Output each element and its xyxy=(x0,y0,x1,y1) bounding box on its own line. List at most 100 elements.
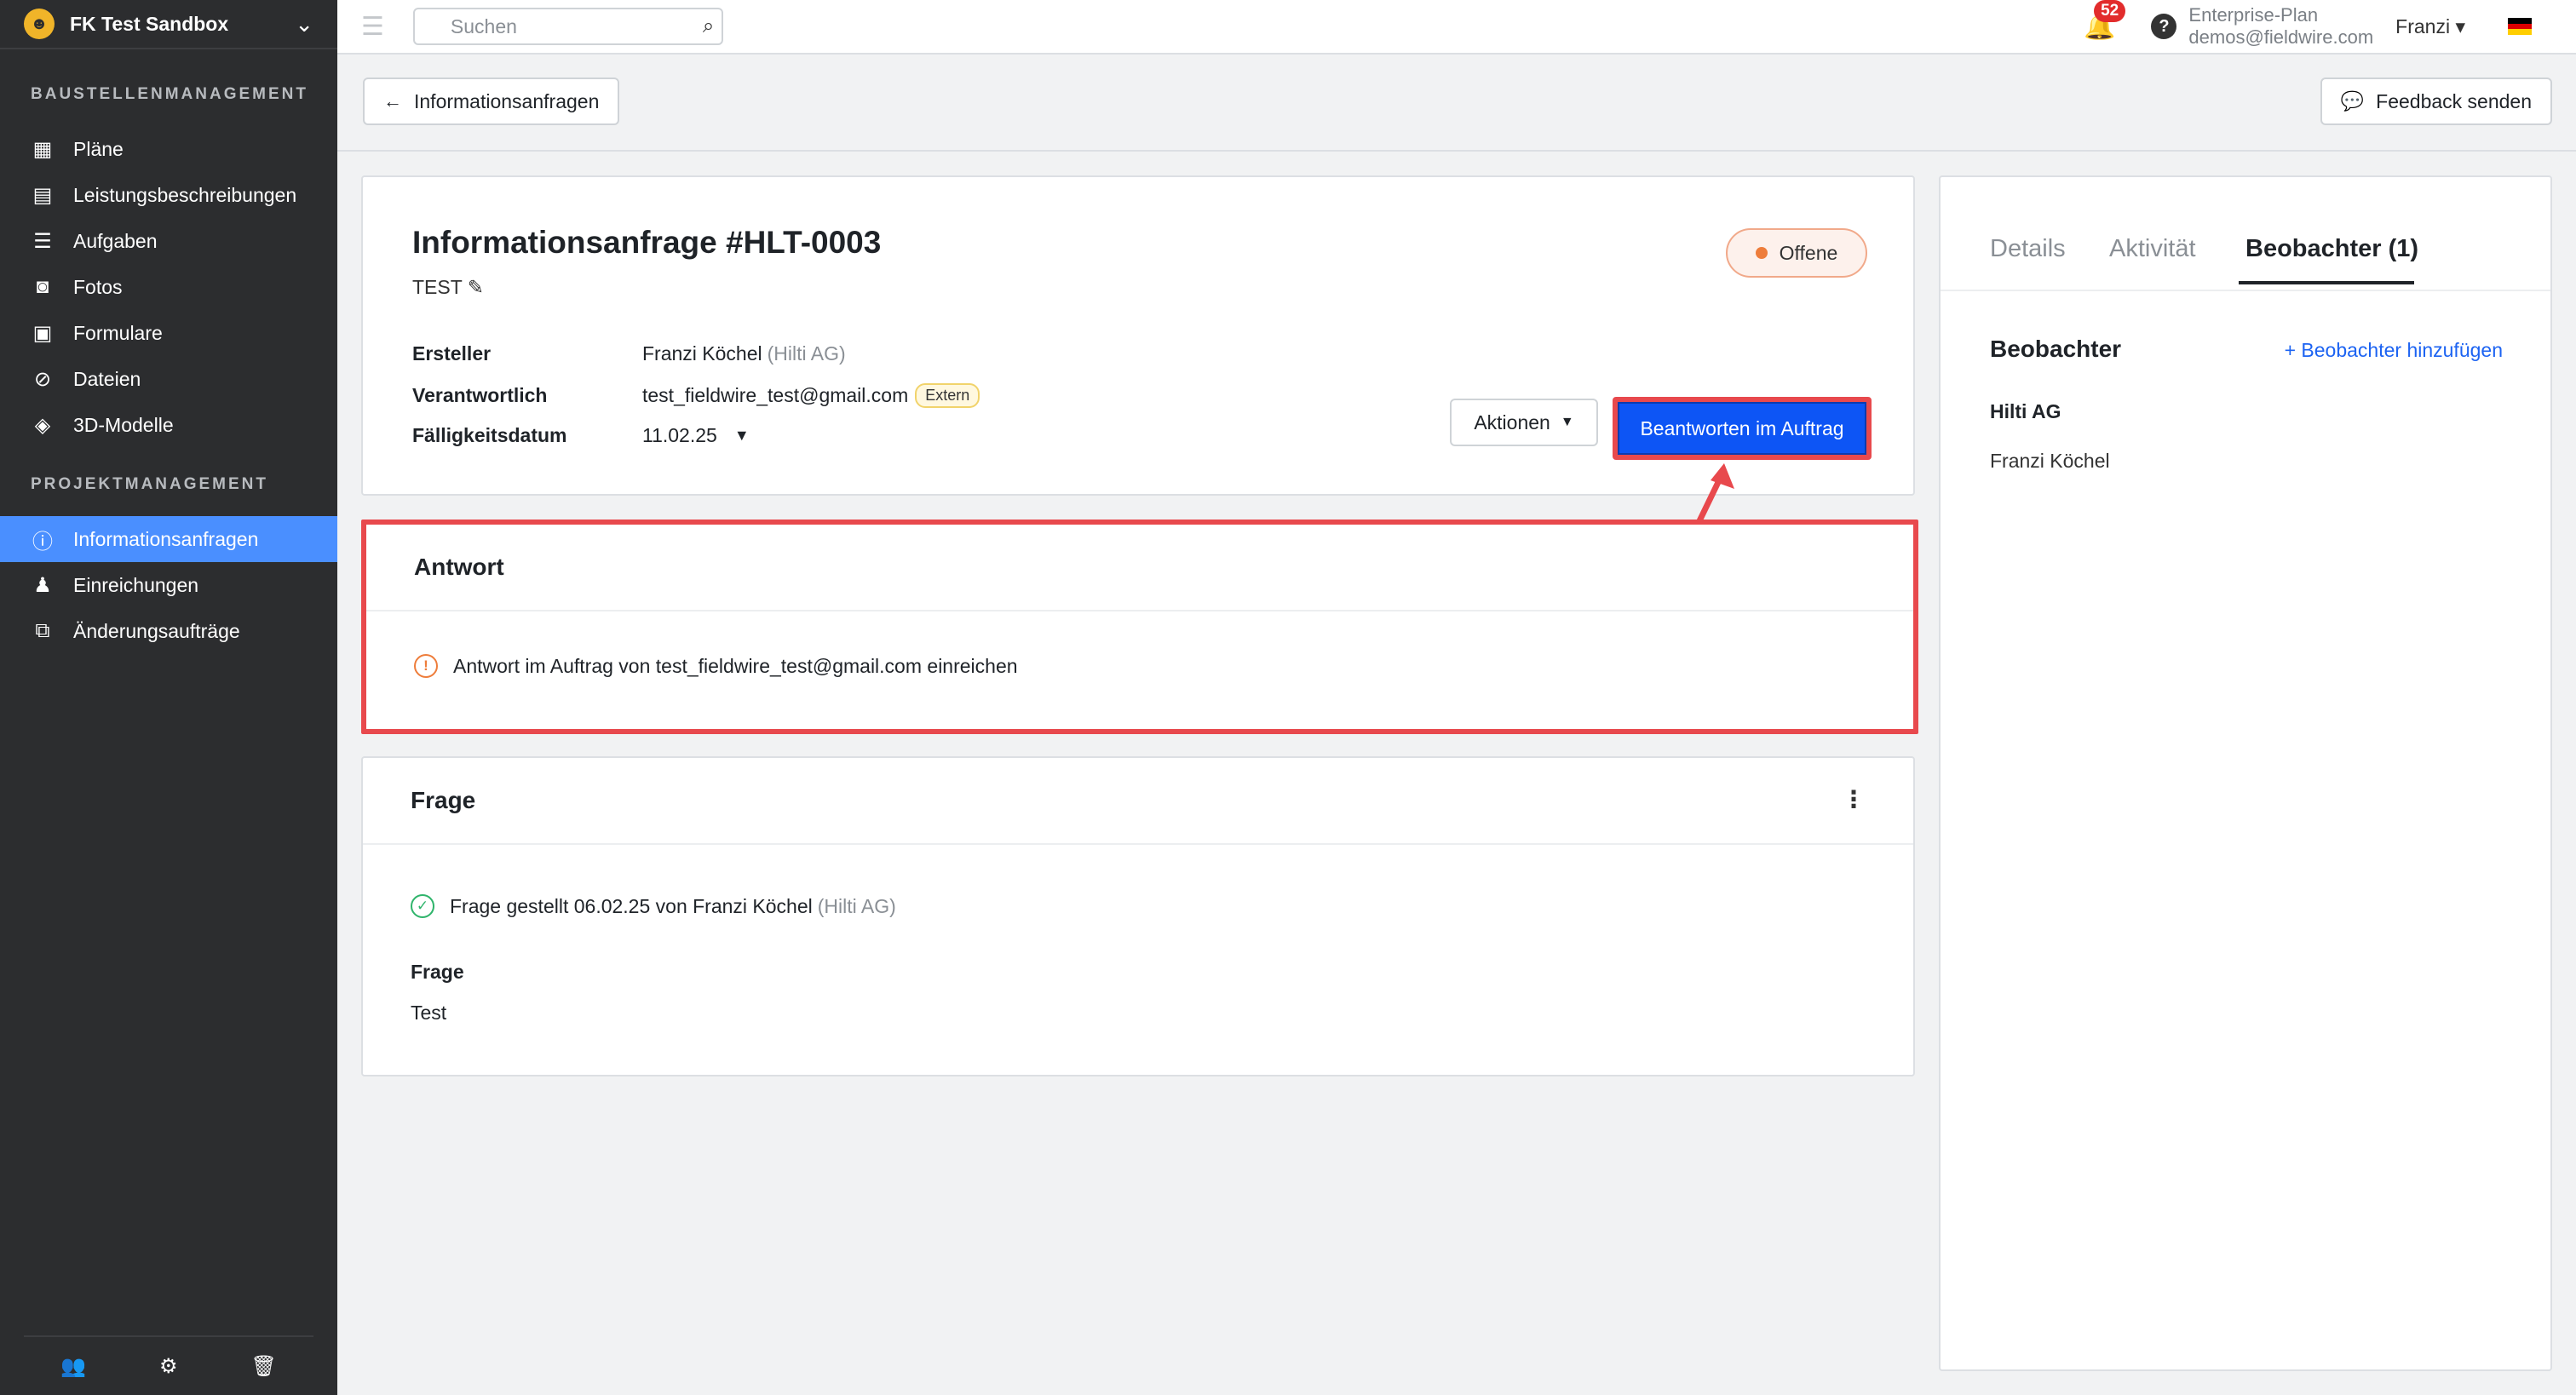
sidebar-item-label: Fotos xyxy=(73,275,123,298)
tab-details[interactable]: Details xyxy=(1990,235,2066,263)
plans-icon: ▦ xyxy=(32,137,53,161)
divider xyxy=(366,610,1913,611)
rfi-subtitle[interactable]: TEST ✎ xyxy=(412,276,484,299)
responsible-label: Verantwortlich xyxy=(412,384,548,406)
rfi-icon: ⓘ xyxy=(32,530,53,554)
observers-heading: Beobachter xyxy=(1990,336,2122,362)
help-icon[interactable]: ? xyxy=(2151,14,2177,39)
question-field-value: Test xyxy=(411,1002,447,1024)
sidebar-item-photos[interactable]: ◙ Fotos xyxy=(0,264,337,310)
meta-row-responsible: Verantwortlich test_fieldwire_test@gmail… xyxy=(412,383,980,408)
status-label: Offene xyxy=(1779,241,1838,264)
back-button-label: Informationsanfragen xyxy=(414,89,600,112)
speech-bubble-icon: 💬 xyxy=(2340,90,2365,112)
sidebar-item-forms[interactable]: ▣ Formulare xyxy=(0,310,337,356)
answer-card: Antwort ! Antwort im Auftrag von test_fi… xyxy=(361,520,1918,734)
arrow-left-icon: ← xyxy=(383,90,402,112)
submittal-icon: ♟ xyxy=(33,573,52,597)
answer-on-behalf-notice[interactable]: ! Antwort im Auftrag von test_fieldwire_… xyxy=(414,654,1018,678)
top-right-controls: 🔔 52 ? Enterprise-Plan demos@fieldwire.c… xyxy=(2084,0,2576,53)
more-options-icon[interactable]: ⋮ xyxy=(1842,785,1866,813)
creator-name: Franzi Köchel xyxy=(642,342,762,365)
account-plan[interactable]: Enterprise-Plan demos@fieldwire.com xyxy=(2188,4,2373,49)
project-logo-icon: ☻ xyxy=(24,9,55,39)
sidebar-item-specs[interactable]: ▤ Leistungsbeschreibungen xyxy=(0,172,337,218)
question-asked-text: Frage gestellt 06.02.25 von Franzi Köche… xyxy=(450,894,813,917)
forms-icon: ▣ xyxy=(32,321,53,345)
sidebar: ☻ FK Test Sandbox ⌄ BAUSTELLENMANAGEMENT… xyxy=(0,0,337,1395)
caret-down-icon: ▼ xyxy=(733,427,750,444)
sidebar-item-label: Formulare xyxy=(73,321,163,344)
sidebar-item-plans[interactable]: ▦ Pläne xyxy=(0,126,337,172)
camera-icon: ◙ xyxy=(36,275,49,298)
sidebar-item-label: Änderungsaufträge xyxy=(73,619,240,642)
sidebar-item-3d-models[interactable]: ◈ 3D-Modelle xyxy=(0,402,337,448)
answer-heading: Antwort xyxy=(414,554,504,580)
nav-section-title: BAUSTELLENMANAGEMENT xyxy=(31,85,308,103)
project-switcher[interactable]: ☻ FK Test Sandbox ⌄ xyxy=(0,0,337,49)
rfi-header-card: Informationsanfrage #HLT-0003 TEST ✎ Off… xyxy=(361,175,1915,496)
sidebar-item-change-orders[interactable]: ⧉ Änderungsaufträge xyxy=(0,608,337,654)
highlight-frame: Beantworten im Auftrag xyxy=(1613,397,1872,460)
chevron-down-icon[interactable]: ⌄ xyxy=(295,11,313,37)
answer-on-behalf-button[interactable]: Beantworten im Auftrag xyxy=(1618,402,1866,455)
creator-value: Franzi Köchel (Hilti AG) xyxy=(642,342,846,365)
search-input[interactable] xyxy=(450,14,703,38)
search-icon[interactable]: ⌕ xyxy=(703,14,714,38)
gear-icon[interactable]: ⚙ xyxy=(159,1354,178,1379)
observer-person: Franzi Köchel xyxy=(1990,450,2110,472)
sidebar-item-label: Einreichungen xyxy=(73,573,199,596)
back-to-rfis-button[interactable]: ← Informationsanfragen xyxy=(363,78,620,125)
sidebar-item-label: Leistungsbeschreibungen xyxy=(73,183,297,206)
question-asked-line: ✓ Frage gestellt 06.02.25 von Franzi Köc… xyxy=(411,894,896,918)
hamburger-menu-icon[interactable]: ☰ xyxy=(361,12,384,42)
tab-observers[interactable]: Beobachter (1) xyxy=(2245,235,2418,263)
german-flag-icon[interactable] xyxy=(2508,18,2532,36)
change-order-icon: ⧉ xyxy=(35,619,50,642)
top-bar: ☰ ⌕ 🔔 52 ? Enterprise-Plan demos@fieldwi… xyxy=(337,0,2576,55)
creator-label: Ersteller xyxy=(412,342,492,365)
notifications-bell-icon[interactable]: 🔔 52 xyxy=(2084,0,2126,42)
meta-row-creator: Ersteller Franzi Köchel (Hilti AG) xyxy=(412,342,846,365)
due-date-picker[interactable]: 11.02.25 ▼ xyxy=(642,424,750,447)
tab-activity[interactable]: Aktivität xyxy=(2109,235,2196,263)
divider xyxy=(363,843,1913,845)
check-circle-icon: ✓ xyxy=(411,894,434,918)
question-field-label: Frage xyxy=(411,961,464,983)
extern-badge: Extern xyxy=(915,383,980,408)
add-observer-link[interactable]: + Beobachter hinzufügen xyxy=(2285,339,2503,362)
question-heading: Frage xyxy=(411,787,476,813)
user-menu[interactable]: Franzi ▾ xyxy=(2395,15,2465,38)
pencil-edit-icon[interactable]: ✎ xyxy=(468,276,484,298)
creator-company: (Hilti AG) xyxy=(767,342,846,365)
observer-company: Hilti AG xyxy=(1990,400,2061,422)
sidebar-item-submittals[interactable]: ♟ Einreichungen xyxy=(0,562,337,608)
sidebar-item-tasks[interactable]: ☰ Aufgaben xyxy=(0,218,337,264)
question-card: Frage ⋮ ✓ Frage gestellt 06.02.25 von Fr… xyxy=(361,756,1915,1076)
status-badge: Offene xyxy=(1726,228,1867,278)
responsible-value: test_fieldwire_test@gmail.com Extern xyxy=(642,383,980,408)
sidebar-item-files[interactable]: ⊘ Dateien xyxy=(0,356,337,402)
sidebar-item-label: Informationsanfragen xyxy=(73,527,259,550)
active-tab-indicator xyxy=(2239,281,2414,284)
meta-row-due-date: Fälligkeitsdatum 11.02.25 ▼ xyxy=(412,424,750,447)
feedback-button[interactable]: 💬 Feedback senden xyxy=(2320,78,2552,125)
sub-header: ← Informationsanfragen 💬 Feedback senden xyxy=(337,55,2576,152)
search-box: ⌕ xyxy=(412,8,723,45)
due-date-value: 11.02.25 xyxy=(642,424,717,446)
sidebar-item-rfis[interactable]: ⓘ Informationsanfragen xyxy=(0,516,337,562)
sidebar-item-label: Pläne xyxy=(73,137,124,160)
caret-down-icon: ▼ xyxy=(1560,415,1574,429)
actions-dropdown-button[interactable]: Aktionen ▼ xyxy=(1450,399,1598,446)
answer-notice-text: Antwort im Auftrag von test_fieldwire_te… xyxy=(453,654,1018,677)
nav-section-title: PROJEKTMANAGEMENT xyxy=(31,475,269,493)
caret-down-icon: ▾ xyxy=(2455,14,2465,37)
warning-circle-icon: ! xyxy=(414,654,438,678)
responsible-email: test_fieldwire_test@gmail.com xyxy=(642,384,909,406)
trash-icon[interactable]: 🗑 xyxy=(250,1354,276,1379)
specs-icon: ▤ xyxy=(32,183,53,207)
sidebar-item-label: 3D-Modelle xyxy=(73,413,174,436)
question-asked-company: (Hilti AG) xyxy=(817,894,896,917)
due-date-label: Fälligkeitsdatum xyxy=(412,424,567,446)
people-icon[interactable]: 👥 xyxy=(60,1354,86,1379)
